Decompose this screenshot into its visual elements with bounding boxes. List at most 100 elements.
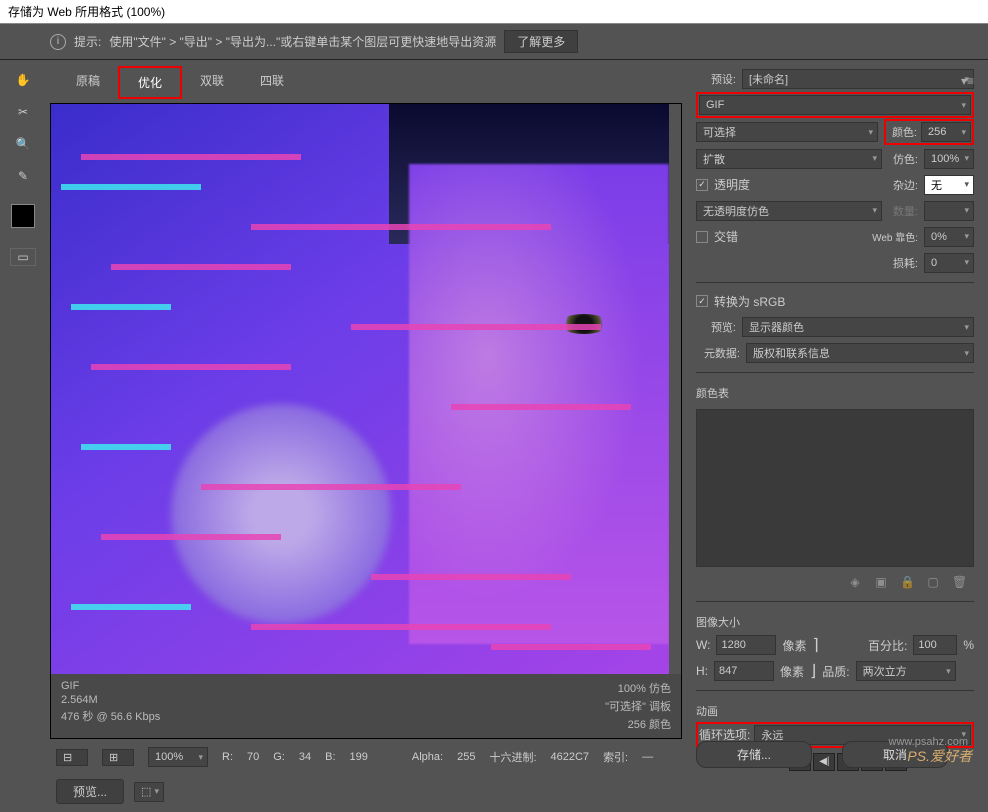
px-label: 像素 [782,637,806,654]
dither-label: 仿色: [888,151,918,167]
quality-label: 品质: [822,663,849,680]
lossy-label: 损耗: [888,255,918,271]
colortable[interactable] [696,409,974,567]
width-input[interactable] [716,635,776,655]
info-icon: i [50,34,66,50]
ct-lock-icon[interactable]: 🔒 [900,575,914,589]
g-label: G: [273,751,285,763]
browser-select[interactable]: ⬚▾ [134,782,164,802]
transparency-label: 透明度 [714,176,750,193]
b-label: B: [325,751,335,763]
preview-info: GIF 2.564M 476 秒 @ 56.6 Kbps 100% 仿色 "可选… [51,674,681,738]
tab-2up[interactable]: 双联 [182,66,242,99]
preview-tabs: 原稿 优化 双联 四联 [46,60,686,99]
w-label: W: [696,638,710,652]
alpha-label: Alpha: [412,751,443,763]
info-palette: "可选择" 调板 [605,698,671,714]
interlace-checkbox[interactable] [696,231,708,243]
animation-title: 动画 [696,703,974,719]
imagesize-title: 图像大小 [696,614,974,630]
info-dither: 100% 仿色 [605,680,671,696]
srgb-label: 转换为 sRGB [714,293,785,310]
settings-panel: 预设: [未命名]▾ ▾≡ GIF▾ 可选择▾ 颜色: 256▾ 扩散▾ 仿色:… [686,60,988,780]
amount-label: 数量: [888,203,918,219]
px-label2: 像素 [780,663,804,680]
learn-more-button[interactable]: 了解更多 [504,30,578,53]
preset-select[interactable]: [未命名]▾ [742,69,974,89]
preview-area: GIF 2.564M 476 秒 @ 56.6 Kbps 100% 仿色 "可选… [50,103,682,739]
dither-select[interactable]: 100%▾ [924,149,974,169]
r-value: 70 [247,751,259,763]
metadata-label: 元数据: [696,345,740,361]
hand-tool-icon[interactable]: ✋ [11,68,35,92]
reduction-select[interactable]: 可选择▾ [696,122,878,142]
eyedropper-tool-icon[interactable]: ✎ [11,164,35,188]
colortable-title: 颜色表 [696,385,974,401]
ct-cube-icon[interactable]: ▣ [874,575,888,589]
toolbox: ✋ ✂ 🔍 ✎ ▭ [0,60,46,780]
trans-dither-select[interactable]: 无透明度仿色▾ [696,201,882,221]
quality-select[interactable]: 两次立方▾ [856,661,956,681]
panel-menu-icon[interactable]: ▾≡ [961,74,974,88]
ct-sort-icon[interactable]: ◈ [848,575,862,589]
window-title: 存储为 Web 所用格式 (100%) [0,0,988,24]
colors-label: 颜色: [887,124,917,140]
watermark: PS.爱好者 [907,746,972,766]
link-icon2: ⌋ [810,661,816,681]
amount-select: ▾ [924,201,974,221]
srgb-checkbox[interactable] [696,295,708,307]
readout-bar: ⊟ ⊞ 100%▾ R: 70 G: 34 B: 199 Alpha: 255 十六进制… [46,739,686,775]
display-preview-select[interactable]: 显示器颜色▾ [742,317,974,337]
pct-symbol: % [963,638,974,652]
height-input[interactable] [714,661,774,681]
tab-original[interactable]: 原稿 [58,66,118,99]
preset-label: 预设: [696,71,736,87]
index-value: — [642,751,653,763]
preview-button[interactable]: 预览... [56,779,124,804]
color-swatch[interactable] [11,204,35,228]
zoom-select[interactable]: 100%▾ [148,747,208,767]
hint-bar: i 提示: 使用"文件" > "导出" > "导出为..."或右键单击某个图层可… [0,24,988,60]
r-label: R: [222,751,233,763]
hex-value: 4622C7 [551,751,590,763]
slice-tool-icon[interactable]: ✂ [11,100,35,124]
tab-optimized[interactable]: 优化 [118,66,182,99]
percent-input[interactable] [913,635,957,655]
percent-label: 百分比: [868,637,907,654]
dither-method-select[interactable]: 扩散▾ [696,149,882,169]
ct-trash-icon[interactable]: 🗑 [952,575,966,589]
info-colors: 256 颜色 [605,716,671,732]
websnap-select[interactable]: 0%▾ [924,227,974,247]
ct-new-icon[interactable]: ▢ [926,575,940,589]
hex-label: 十六进制: [489,749,536,765]
transparency-checkbox[interactable] [696,179,708,191]
slice-visibility-icon[interactable]: ▭ [10,248,36,266]
zoom-out-icon[interactable]: ⊟ [56,749,88,766]
h-label: H: [696,664,708,678]
preview-image[interactable] [51,104,669,674]
format-select[interactable]: GIF▾ [699,95,971,115]
info-duration: 476 秒 @ 56.6 Kbps [61,708,160,724]
matte-label: 杂边: [888,177,918,193]
metadata-select[interactable]: 版权和联系信息▾ [746,343,974,363]
index-label: 索引: [603,749,628,765]
zoom-tool-icon[interactable]: 🔍 [11,132,35,156]
info-format: GIF [61,680,160,692]
colors-select[interactable]: 256▾ [921,122,971,142]
save-button[interactable]: 存储... [696,741,812,768]
tab-4up[interactable]: 四联 [242,66,302,99]
b-value: 199 [350,751,368,763]
hint-text: 使用"文件" > "导出" > "导出为..."或右键单击某个图层可更快速地导出… [109,33,496,50]
g-value: 34 [299,751,311,763]
lossy-select[interactable]: 0▾ [924,253,974,273]
websnap-label: Web 靠色: [868,229,918,244]
colortable-toolbar: ◈ ▣ 🔒 ▢ 🗑 [696,571,974,593]
info-size: 2.564M [61,694,160,706]
interlace-label: 交错 [714,228,738,245]
zoom-in-icon[interactable]: ⊞ [102,749,134,766]
matte-select[interactable]: 无▾ [924,175,974,195]
alpha-value: 255 [457,751,475,763]
hint-prefix: 提示: [74,33,101,50]
link-icon[interactable]: ⌉ [812,635,818,655]
display-preview-label: 预览: [696,319,736,335]
